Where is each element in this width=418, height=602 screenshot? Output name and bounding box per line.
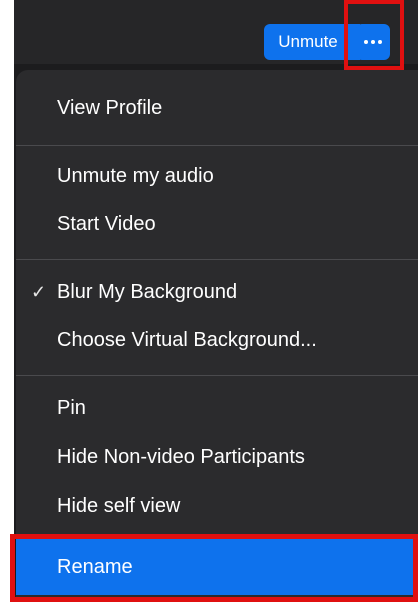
menu-item-choose-virtual-background[interactable]: Choose Virtual Background... [16,316,418,364]
menu-item-label: Start Video [57,213,156,235]
menu-item-label: Blur My Background [57,281,238,303]
menu-item-view-profile[interactable]: View Profile [16,84,418,132]
menu-divider [16,259,418,260]
menu-item-label: View Profile [57,97,163,119]
menu-item-hide-self-view[interactable]: Hide self view [16,482,418,530]
menu-item-label: Unmute my audio [57,165,214,187]
menu-item-unmute-my-audio[interactable]: Unmute my audio [16,152,418,200]
menu-item-label: Hide Non-video Participants [57,446,305,468]
menu-item-hide-non-video-participants[interactable]: Hide Non-video Participants [16,433,418,481]
menu-divider [16,375,418,376]
menu-item-pin[interactable]: Pin [16,384,418,432]
menu-item-label: Hide self view [57,495,181,517]
menu-item-label: Pin [57,397,86,419]
menu-item-start-video[interactable]: Start Video [16,200,418,248]
menu-divider [16,145,418,146]
menu-item-blur-my-background[interactable]: ✓ Blur My Background [16,268,418,316]
menu-item-label: Choose Virtual Background... [57,329,317,351]
annotation-highlight-more-button [344,0,404,70]
participant-context-menu: View Profile Unmute my audio Start Video… [16,70,418,602]
annotation-highlight-rename [10,534,418,602]
checkmark-icon: ✓ [31,282,47,302]
